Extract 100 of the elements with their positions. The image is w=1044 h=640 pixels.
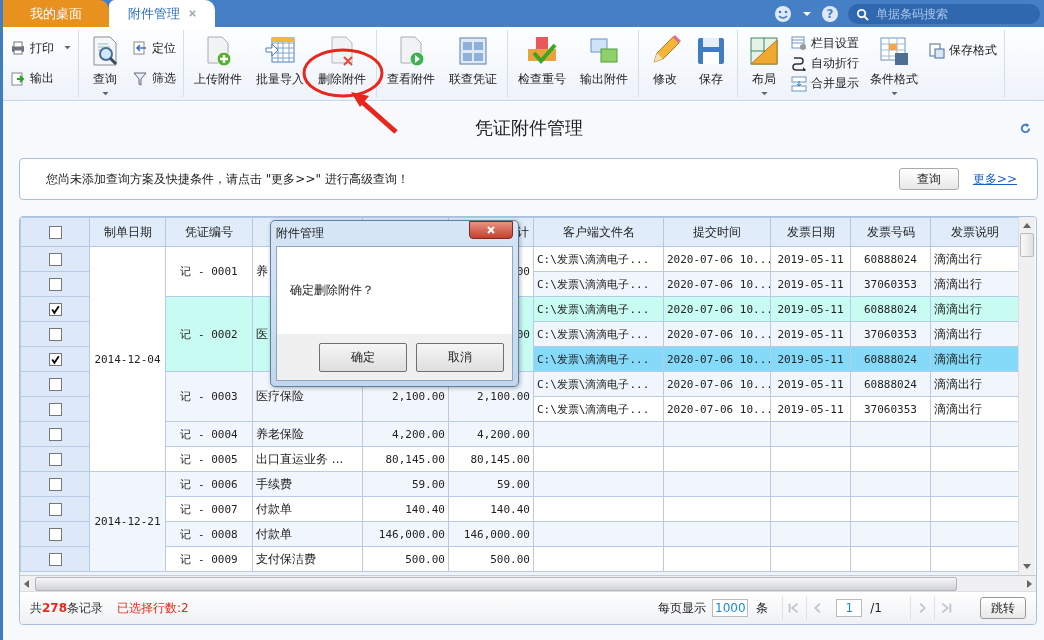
checkbox[interactable] <box>48 427 62 441</box>
description-cell: 滴滴出行 <box>934 401 982 416</box>
scroll-up-icon[interactable] <box>1023 223 1031 228</box>
checkbox[interactable] <box>48 327 62 341</box>
file-name-cell: C:\发票\滴滴电子... <box>537 327 650 341</box>
cancel-button[interactable]: 取消 <box>416 342 504 372</box>
close-icon[interactable] <box>187 9 197 18</box>
amount-cell: 4,200.00 <box>477 427 530 441</box>
unit-label: 条 <box>756 599 769 617</box>
toolbar-button[interactable]: 条件格式 <box>864 33 924 99</box>
voucher-number-cell: 记 - 0005 <box>180 452 238 466</box>
wrap-arrow-icon <box>791 55 807 72</box>
time-cell: 2020-07-06 10... <box>667 377 770 391</box>
toolbar-button[interactable]: 批量导入 <box>250 33 310 99</box>
description-cell: 滴滴出行 <box>934 326 982 341</box>
jump-button[interactable]: 跳转 <box>980 597 1026 619</box>
description-cell: 滴滴出行 <box>934 301 982 316</box>
search-icon <box>856 7 869 21</box>
more-link[interactable]: 更多>> <box>972 170 1017 188</box>
page-title: 凭证附件管理 <box>474 116 583 140</box>
page-size-field[interactable]: 1000 <box>712 599 749 617</box>
checkbox[interactable] <box>48 527 62 541</box>
file-name-cell: C:\发票\滴滴电子... <box>537 377 650 391</box>
invoice-number-cell: 60888024 <box>864 352 917 366</box>
refresh-icon[interactable] <box>1019 122 1032 135</box>
checkbox[interactable] <box>48 402 62 416</box>
toolbar-button[interactable]: 栏目设置 <box>788 33 862 53</box>
caret-icon[interactable] <box>802 10 812 17</box>
file-name-cell: C:\发票\滴滴电子... <box>537 352 650 366</box>
toolbar-button[interactable]: 输出 <box>7 69 74 89</box>
summary-cell: 付款单 <box>256 526 292 541</box>
summary-cell: 付款单 <box>256 501 292 516</box>
voucher-number-cell: 记 - 0009 <box>180 552 238 566</box>
close-button[interactable] <box>469 221 513 239</box>
toolbar-button[interactable]: 自动折行 <box>788 54 862 73</box>
column-header: 制单日期 <box>103 224 152 239</box>
dialog-title: 附件管理 <box>276 225 324 242</box>
column-header: 发票号码 <box>866 224 915 239</box>
checkbox[interactable] <box>48 452 62 466</box>
checkbox[interactable] <box>48 226 62 239</box>
file-name-cell: C:\发票\滴滴电子... <box>537 302 650 316</box>
toolbar-button[interactable]: 合并显示 <box>788 74 862 94</box>
dialog-message: 确定删除附件？ <box>290 282 374 299</box>
invoice-number-cell: 37060353 <box>864 327 917 341</box>
toolbar-button[interactable]: 上传附件 <box>188 33 248 99</box>
checkbox[interactable] <box>48 277 62 291</box>
date-cell: 2019-05-11 <box>777 327 844 341</box>
page-field[interactable]: 1 <box>836 599 863 617</box>
toolbar-button[interactable]: 输出附件 <box>574 33 634 99</box>
toolbar-button[interactable]: 定位 <box>129 38 179 58</box>
date-cell: 2014-12-21 <box>94 515 161 528</box>
amount-cell: 2,100.00 <box>392 390 445 403</box>
column-header: 提交时间 <box>693 224 741 239</box>
checkbox[interactable] <box>48 552 62 566</box>
toolbar-button[interactable]: 检查重号 <box>512 33 572 99</box>
amount-cell: 80,145.00 <box>385 452 445 466</box>
date-cell: 2019-05-11 <box>777 277 844 291</box>
toolbar-button[interactable]: 查询 <box>83 33 127 99</box>
toolbar-button[interactable]: 查看附件 <box>381 33 441 99</box>
toolbar-button[interactable]: 打印 <box>7 38 74 58</box>
checkbox[interactable] <box>48 252 62 266</box>
toolbar-button[interactable]: 保存格式 <box>926 41 1000 60</box>
amount-cell: 500.00 <box>490 552 530 566</box>
time-cell: 2020-07-06 10... <box>667 302 770 316</box>
summary-cell: 养老保险 <box>256 426 304 441</box>
checkbox[interactable] <box>48 377 62 391</box>
time-cell: 2020-07-06 10... <box>667 252 770 266</box>
amount-cell: 140.40 <box>490 502 530 516</box>
save-icon <box>695 35 727 67</box>
query-button[interactable]: 查询 <box>898 168 959 190</box>
invoice-number-cell: 37060353 <box>864 277 917 291</box>
confirm-button[interactable]: 确定 <box>319 342 407 372</box>
checkbox[interactable] <box>48 502 62 516</box>
amount-cell: 2,100.00 <box>477 390 530 403</box>
search-field[interactable]: 单据条码搜索 <box>848 3 1040 24</box>
scroll-right-icon[interactable] <box>1027 579 1032 588</box>
column-header: 发票说明 <box>950 224 999 239</box>
printer-icon <box>10 40 26 57</box>
record-count: 共278条记录 <box>30 599 104 617</box>
toolbar-button[interactable]: 联查凭证 <box>443 33 503 99</box>
close-icon <box>486 225 496 235</box>
voucher-number-cell: 记 - 0004 <box>180 427 238 441</box>
scroll-thumb[interactable] <box>1020 233 1034 257</box>
checkbox[interactable] <box>48 302 62 316</box>
toolbar-button[interactable]: 保存 <box>689 33 733 99</box>
scroll-left-icon[interactable] <box>24 579 29 588</box>
smiley-icon[interactable] <box>774 4 792 23</box>
toolbar-button[interactable]: 筛选 <box>129 69 179 89</box>
amount-cell: 59.00 <box>496 477 530 491</box>
vertical-scrollbar[interactable] <box>1018 217 1035 575</box>
voucher-number-cell: 记 - 0001 <box>180 265 238 278</box>
voucher-number-cell: 记 - 0002 <box>180 327 238 341</box>
toolbar-button[interactable]: 修改 <box>643 33 687 99</box>
summary-cell: 养 <box>256 264 268 278</box>
scroll-down-icon[interactable] <box>1023 564 1031 569</box>
checkbox[interactable] <box>48 352 62 366</box>
tab[interactable]: 附件管理 <box>109 0 215 27</box>
column-header: 客户端文件名 <box>562 224 635 239</box>
checkbox[interactable] <box>48 477 62 491</box>
toolbar-button[interactable]: 布局 <box>742 33 786 99</box>
